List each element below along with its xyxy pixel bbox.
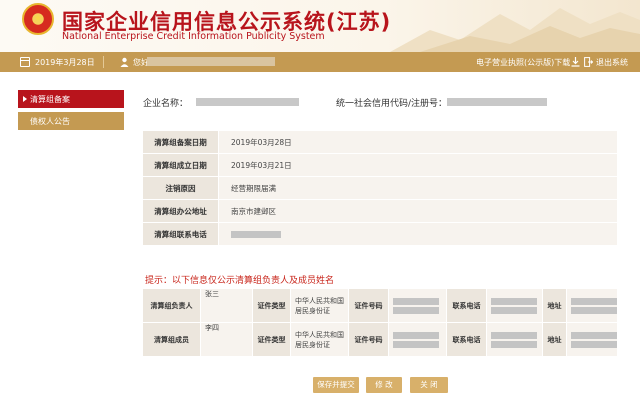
phone-value: [486, 322, 543, 357]
established-date-label: 清算组成立日期: [142, 153, 219, 177]
notice-tip: 提示：以下信息仅公示清算组负责人及成员姓名: [145, 276, 335, 286]
liquidation-details-table: 清算组备案日期 2019年03月28日 清算组成立日期 2019年03月21日 …: [142, 130, 618, 246]
member-role: 清算组成员: [142, 322, 201, 357]
redacted-field: [393, 331, 439, 339]
cert-type-label: 证件类型: [252, 288, 291, 323]
logout-icon[interactable]: [584, 57, 593, 67]
site-subtitle: National Enterprise Credit Information P…: [62, 31, 325, 42]
redacted-company-name: [196, 98, 299, 106]
redacted-field: [393, 306, 439, 314]
member-role: 清算组负责人: [142, 288, 201, 323]
table-row: 注销原因 经营期限届满: [142, 176, 618, 200]
phone-value: [486, 288, 543, 323]
table-row: 清算组成立日期 2019年03月21日: [142, 153, 618, 177]
redacted-field: [491, 340, 537, 348]
redacted-field: [571, 297, 617, 305]
table-row: 清算组成员 李四 证件类型 中华人民共和国居民身份证 证件号码 联系电话 地址: [142, 322, 618, 357]
cert-no-value: [388, 322, 447, 357]
site-header: 国家企业信用信息公示系统(江苏) National Enterprise Cre…: [0, 0, 640, 52]
redacted-field: [491, 306, 537, 314]
filing-date-value: 2019年03月28日: [218, 130, 618, 154]
address-label: 地址: [542, 322, 567, 357]
national-emblem-icon: [22, 3, 54, 35]
sidebar-item-label: 债权人公告: [30, 117, 70, 126]
members-table: 清算组负责人 张三 证件类型 中华人民共和国居民身份证 证件号码 联系电话 地址…: [142, 288, 618, 357]
table-row: 清算组联系电话: [142, 222, 618, 246]
redacted-field: [491, 297, 537, 305]
redacted-field: [571, 306, 617, 314]
cert-type-value: 中华人民共和国居民身份证: [290, 322, 349, 357]
sidebar-item-liquidation-filing[interactable]: 清算组备案: [18, 90, 124, 108]
user-icon: [120, 57, 129, 67]
edit-button[interactable]: 修 改: [366, 377, 402, 393]
phone-label: 联系电话: [446, 322, 487, 357]
address-value: [566, 322, 618, 357]
filing-date-label: 清算组备案日期: [142, 130, 219, 154]
cert-type-value: 中华人民共和国居民身份证: [290, 288, 349, 323]
phone-label: 联系电话: [446, 288, 487, 323]
company-name-label: 企业名称：: [143, 99, 189, 109]
credit-code-label: 统一社会信用代码/注册号：: [336, 99, 448, 109]
download-license-link[interactable]: 电子营业执照(公示版)下载: [476, 57, 570, 68]
download-icon[interactable]: [571, 57, 580, 67]
table-row: 清算组办公地址 南京市建邺区: [142, 199, 618, 223]
redacted-field: [491, 331, 537, 339]
cert-type-label: 证件类型: [252, 322, 291, 357]
member-name: 李四: [200, 322, 253, 357]
table-row: 清算组负责人 张三 证件类型 中华人民共和国居民身份证 证件号码 联系电话 地址: [142, 288, 618, 323]
arrow-right-icon: [23, 96, 27, 102]
sidebar-item-label: 清算组备案: [30, 95, 70, 104]
redacted-field: [393, 297, 439, 305]
cancel-reason-value: 经营期限届满: [218, 176, 618, 200]
redacted-credit-code: [447, 98, 547, 106]
address-label: 地址: [542, 288, 567, 323]
office-address-value: 南京市建邺区: [218, 199, 618, 223]
cert-no-value: [388, 288, 447, 323]
established-date-value: 2019年03月21日: [218, 153, 618, 177]
current-date: 2019年3月28日: [35, 58, 95, 67]
logout-link[interactable]: 退出系统: [596, 57, 628, 68]
close-button[interactable]: 关 闭: [410, 377, 448, 393]
contact-phone-value: [218, 222, 618, 246]
contact-phone-label: 清算组联系电话: [142, 222, 219, 246]
cert-no-label: 证件号码: [348, 288, 389, 323]
cancel-reason-label: 注销原因: [142, 176, 219, 200]
address-value: [566, 288, 618, 323]
member-name: 张三: [200, 288, 253, 323]
redacted-field: [571, 331, 617, 339]
redacted-username: [147, 57, 275, 66]
divider: [103, 56, 104, 68]
office-address-label: 清算组办公地址: [142, 199, 219, 223]
mountain-decoration: [390, 8, 640, 52]
table-row: 清算组备案日期 2019年03月28日: [142, 130, 618, 154]
redacted-phone: [231, 230, 281, 238]
redacted-field: [571, 340, 617, 348]
redacted-field: [393, 340, 439, 348]
save-submit-button[interactable]: 保存并提交: [313, 377, 359, 393]
sidebar-item-creditor-notice[interactable]: 债权人公告: [18, 112, 124, 130]
calendar-icon: [20, 57, 30, 67]
top-bar: 2019年3月28日 您好 电子营业执照(公示版)下载 退出系统: [0, 52, 640, 72]
cert-no-label: 证件号码: [348, 322, 389, 357]
